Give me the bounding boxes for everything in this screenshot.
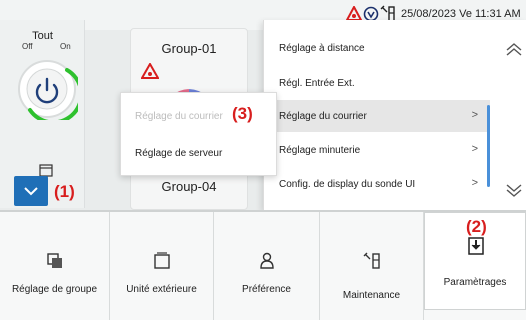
scrollbar-thumb[interactable] [487, 105, 490, 187]
outdoor-unit-icon [154, 252, 170, 269]
menu-item-settings[interactable]: (2) Paramètrages [424, 212, 526, 310]
menu-item-label: Maintenance [342, 290, 401, 301]
submenu-item-mail[interactable]: Réglage du courrier > [264, 100, 490, 132]
menu-item-label: Paramètrages [443, 277, 507, 288]
group-card-04[interactable]: Group-04 [130, 170, 248, 210]
chevron-right-icon: > [471, 177, 478, 189]
submenu-item-label: Régl. Entrée Ext. [279, 77, 355, 89]
settings-download-icon [468, 237, 484, 255]
submenu-item-label: Réglage minuterie [279, 144, 361, 156]
group-name: Group-01 [161, 41, 217, 56]
chevron-down-icon [24, 187, 38, 196]
popup-item-server[interactable]: Réglage de serveur [135, 148, 222, 159]
submenu-item-label: Config. de display du sonde UI [279, 178, 416, 190]
popup-item-mail: Réglage du courrier [135, 111, 223, 122]
off-label: Off [22, 42, 33, 51]
menu-item-label: Unité extérieure [126, 284, 197, 295]
chevron-right-icon: > [471, 109, 478, 121]
scroll-down-icon[interactable] [505, 184, 523, 198]
mail-settings-popup: Réglage du courrier Réglage de serveur [120, 92, 277, 176]
group-settings-icon [47, 253, 62, 268]
menu-item-maintenance[interactable]: Maintenance [320, 212, 424, 320]
submenu-item-timer[interactable]: Réglage minuterie > [264, 134, 490, 166]
group-name: Group-04 [161, 179, 217, 194]
annotation-2: (2) [466, 217, 487, 236]
annotation-1: (1) [54, 182, 75, 201]
menu-item-preference[interactable]: Préférence [214, 212, 320, 320]
menu-item-label: Préférence [242, 284, 291, 295]
annotation-3: (3) [232, 104, 253, 123]
collapse-menu-button[interactable] [14, 176, 48, 206]
submenu-item-label: Réglage du courrier [279, 110, 367, 122]
status-datetime: 25/08/2023 Ve 11:31 AM [401, 8, 521, 20]
chevron-right-icon: > [471, 143, 478, 155]
submenu-item-ext-input[interactable]: Régl. Entrée Ext. [264, 67, 490, 99]
all-units-title: Tout [32, 30, 53, 42]
power-toggle[interactable] [16, 58, 78, 120]
screen: 25/08/2023 Ve 11:31 AM Tout Off On Group… [0, 0, 526, 320]
submenu-item-sensor-display[interactable]: Config. de display du sonde UI > [264, 168, 490, 200]
warning-icon [141, 63, 159, 79]
scroll-up-icon[interactable] [505, 42, 523, 56]
maintenance-icon [363, 252, 380, 269]
menu-item-label: Réglage de groupe [11, 284, 98, 295]
preference-icon [260, 252, 274, 269]
submenu-item-label: Réglage à distance [279, 42, 365, 54]
on-label: On [60, 42, 71, 51]
submenu-item-remote[interactable]: Réglage à distance [264, 32, 490, 64]
menu-item-outdoor-unit[interactable]: Unité extérieure [110, 212, 214, 320]
menu-item-group-settings[interactable]: Réglage de groupe [0, 212, 110, 320]
